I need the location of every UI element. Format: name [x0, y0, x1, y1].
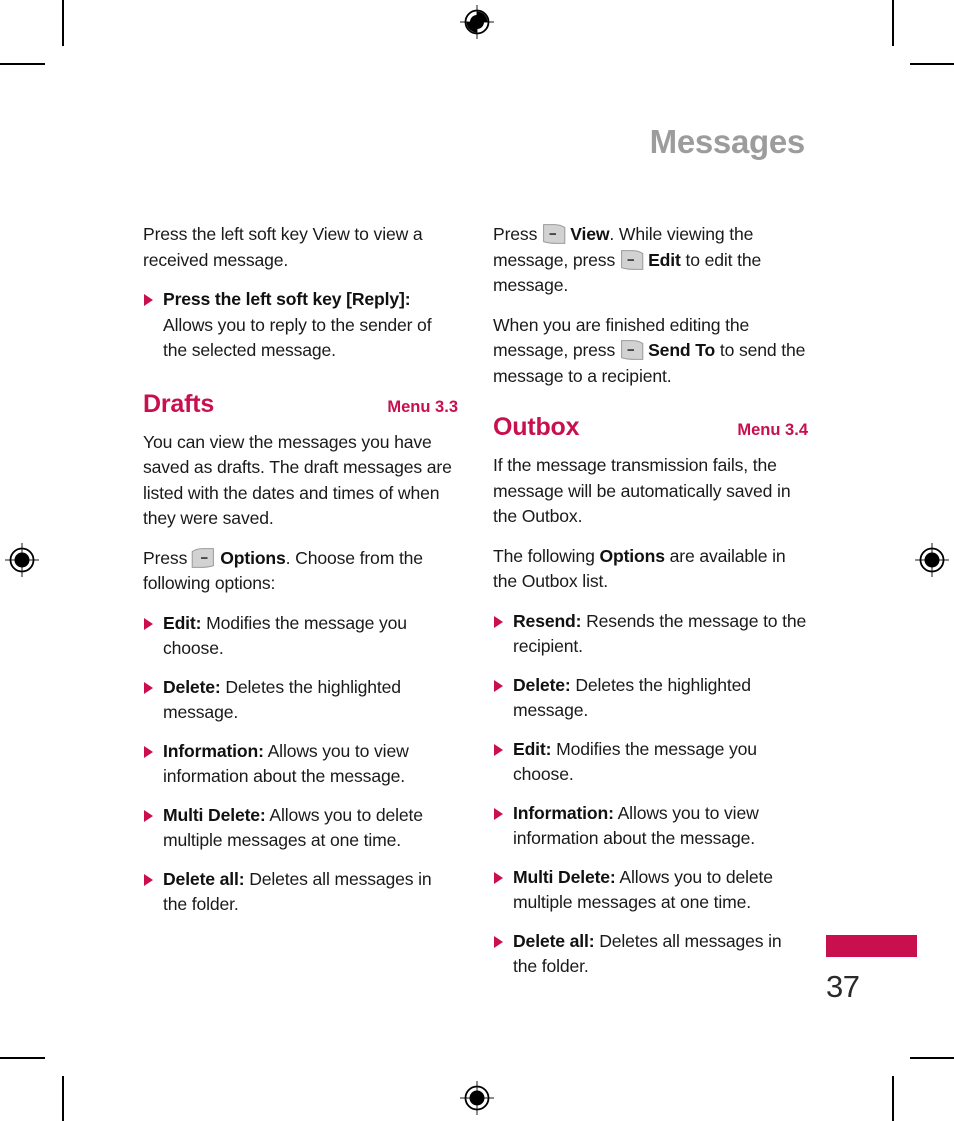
list-item: Delete all: Deletes all messages in the …: [493, 929, 808, 980]
section-header-outbox: Outbox Menu 3.4: [493, 413, 808, 442]
triangle-bullet-icon: [144, 873, 153, 886]
list-item-term: Edit:: [163, 612, 202, 633]
section-title: Outbox: [493, 413, 580, 441]
triangle-bullet-icon: [144, 681, 153, 694]
right-soft-key-icon: [540, 224, 567, 244]
page-number: 37: [826, 969, 860, 1004]
section-menu-number: Menu 3.3: [387, 397, 458, 416]
outbox-options-list: Resend: Resends the message to the recip…: [493, 609, 808, 980]
triangle-bullet-icon: [144, 809, 153, 822]
section-menu-number: Menu 3.4: [737, 421, 808, 439]
right-soft-key-icon: [618, 249, 645, 270]
section-title: Drafts: [143, 389, 215, 418]
list-item-term: Information:: [513, 802, 614, 823]
intro-part-1: Press: [493, 224, 538, 244]
drafts-paragraph-1: You can view the messages you have saved…: [143, 431, 452, 529]
list-item-term: Multi Delete:: [513, 866, 616, 887]
list-item: Delete all: Deletes all messages in the …: [143, 867, 458, 918]
left-column: Press the left soft key View to view a r…: [143, 222, 458, 918]
outbox-p2-bold: Options: [599, 545, 665, 566]
registration-mark-bottom: [460, 1081, 494, 1115]
drafts-options-list: Edit: Modifies the message you choose. D…: [143, 611, 458, 918]
registration-mark-right: [915, 543, 949, 577]
crop-mark-top-right-horizontal: [910, 63, 954, 65]
crop-mark-bottom-right-vertical: [892, 1076, 894, 1121]
list-item: Edit: Modifies the message you choose.: [493, 737, 808, 788]
chapter-title: Messages: [649, 123, 806, 160]
list-item: Edit: Modifies the message you choose.: [143, 611, 458, 662]
registration-mark-top: [460, 5, 494, 39]
page-accent-bar: [826, 935, 917, 957]
section-header-drafts: Drafts Menu 3.3: [143, 390, 458, 419]
soft-key-label-edit: Edit: [648, 249, 681, 270]
crop-mark-bottom-left-horizontal: [0, 1057, 45, 1059]
crop-mark-top-left-horizontal: [0, 63, 45, 65]
soft-key-label-view: View: [570, 224, 610, 244]
triangle-bullet-icon: [494, 743, 503, 756]
right-column: Press View. While viewing the message, pr…: [493, 222, 808, 980]
triangle-bullet-icon: [494, 935, 503, 948]
list-item-description: Allows you to reply to the sender of the…: [163, 314, 432, 361]
list-item: Information: Allows you to view informat…: [143, 739, 458, 790]
crop-mark-bottom-right-horizontal: [910, 1057, 954, 1059]
triangle-bullet-icon: [494, 615, 503, 628]
right-intro-paragraph-2: When you are finished editing the messag…: [493, 313, 808, 390]
triangle-bullet-icon: [494, 679, 503, 692]
left-intro-bullet-list: Press the left soft key [Reply]: Allows …: [143, 287, 458, 364]
list-item: Multi Delete: Allows you to delete multi…: [143, 803, 458, 854]
list-item-term: Information:: [163, 740, 264, 761]
crop-mark-bottom-left-vertical: [62, 1076, 64, 1121]
outbox-paragraph-1: If the message transmission fails, the m…: [493, 455, 791, 526]
triangle-bullet-icon: [144, 294, 153, 306]
crop-mark-top-left-vertical: [62, 0, 64, 46]
outbox-p2-prefix: The following: [493, 545, 600, 566]
left-intro-paragraph: Press the left soft key View to view a r…: [143, 224, 423, 270]
list-item: Press the left soft key [Reply]: Allows …: [143, 287, 458, 364]
press-prefix: Press: [143, 547, 188, 568]
outbox-paragraph-2: The following Options are available in t…: [493, 544, 808, 595]
left-soft-key-icon: [190, 547, 217, 568]
triangle-bullet-icon: [144, 617, 153, 630]
list-item: Delete: Deletes the highlighted message.: [493, 673, 808, 724]
list-item-term: Delete:: [513, 674, 571, 695]
list-item: Information: Allows you to view informat…: [493, 801, 808, 852]
triangle-bullet-icon: [144, 745, 153, 758]
list-item-term: Press the left soft key [Reply]:: [163, 289, 411, 309]
drafts-press-line: Press Options. Choose from the following …: [143, 546, 458, 597]
list-item: Multi Delete: Allows you to delete multi…: [493, 865, 808, 916]
soft-key-label-send-to: Send To: [648, 340, 716, 360]
right-soft-key-icon: [618, 340, 645, 360]
list-item: Delete: Deletes the highlighted message.: [143, 675, 458, 726]
soft-key-label: Options: [220, 547, 286, 568]
manual-page: Messages Press the left soft key View to…: [0, 0, 954, 1121]
triangle-bullet-icon: [494, 871, 503, 884]
list-item-term: Edit:: [513, 738, 552, 759]
crop-mark-top-right-vertical: [892, 0, 894, 46]
triangle-bullet-icon: [494, 807, 503, 820]
list-item-term: Delete all:: [163, 868, 245, 889]
list-item-term: Delete:: [163, 676, 221, 697]
list-item-term: Multi Delete:: [163, 804, 266, 825]
list-item: Resend: Resends the message to the recip…: [493, 609, 808, 660]
list-item-term: Resend:: [513, 610, 582, 631]
right-intro-paragraph-1: Press View. While viewing the message, pr…: [493, 222, 808, 299]
list-item-term: Delete all:: [513, 930, 595, 951]
registration-mark-left: [5, 543, 39, 577]
